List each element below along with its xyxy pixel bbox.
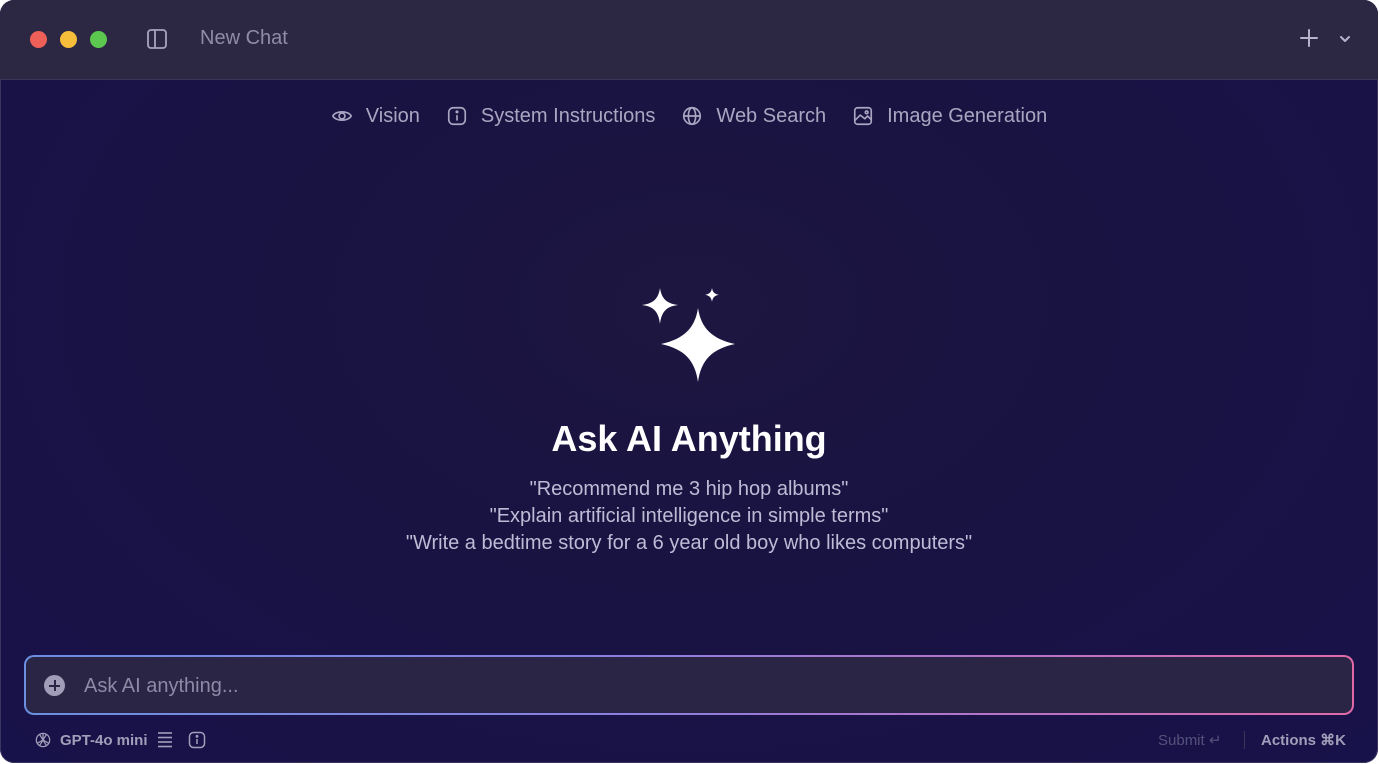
chat-input-container <box>24 655 1354 715</box>
info-icon <box>447 106 466 126</box>
submit-button[interactable]: Submit ↵ <box>1158 728 1221 752</box>
chat-input[interactable] <box>82 667 1286 705</box>
sidebar-toggle-icon[interactable] <box>146 28 168 50</box>
feature-vision-label: Vision <box>365 104 420 127</box>
add-attachment-icon[interactable] <box>44 675 65 696</box>
footer-divider <box>1244 731 1245 749</box>
title-bar: New Chat <box>0 0 1378 80</box>
feature-image-generation-label: Image Generation <box>887 104 1048 127</box>
feature-vision[interactable]: Vision <box>331 100 420 132</box>
chevron-down-icon[interactable] <box>1338 32 1352 46</box>
chat-input-box <box>26 657 1352 713</box>
new-chat-plus-icon[interactable] <box>1297 26 1321 50</box>
model-name: GPT-4o mini <box>60 731 148 749</box>
model-selector[interactable]: GPT-4o mini <box>33 728 213 752</box>
example-prompts: "Recommend me 3 hip hop albums" "Explain… <box>0 476 1378 557</box>
app-window: New Chat Vision System Instructions Web … <box>0 0 1378 763</box>
feature-web-search[interactable]: Web Search <box>681 100 826 132</box>
window-title: New Chat <box>200 27 288 49</box>
hero-title: Ask AI Anything <box>551 418 827 459</box>
feature-image-generation[interactable]: Image Generation <box>852 100 1047 132</box>
example-prompt[interactable]: "Explain artificial intelligence in simp… <box>0 503 1378 530</box>
footer-bar: GPT-4o mini Submit ↵ Actions ⌘K <box>0 728 1378 752</box>
eye-icon <box>331 111 352 121</box>
model-info-icon[interactable] <box>188 731 206 749</box>
image-icon <box>854 106 873 126</box>
maximize-window-button[interactable] <box>90 31 107 48</box>
globe-icon <box>683 106 702 126</box>
openai-logo-icon <box>35 732 51 748</box>
feature-system-instructions-label: System Instructions <box>480 104 656 127</box>
minimize-window-button[interactable] <box>60 31 77 48</box>
feature-system-instructions[interactable]: System Instructions <box>446 100 656 132</box>
feature-bar: Vision System Instructions Web Search Im… <box>0 100 1378 132</box>
list-icon[interactable] <box>157 731 173 749</box>
example-prompt[interactable]: "Recommend me 3 hip hop albums" <box>0 476 1378 503</box>
close-window-button[interactable] <box>30 31 47 48</box>
feature-web-search-label: Web Search <box>716 104 827 127</box>
sparkles-icon <box>642 288 735 382</box>
example-prompt[interactable]: "Write a bedtime story for a 6 year old … <box>0 530 1378 557</box>
actions-button[interactable]: Actions ⌘K <box>1261 728 1346 752</box>
